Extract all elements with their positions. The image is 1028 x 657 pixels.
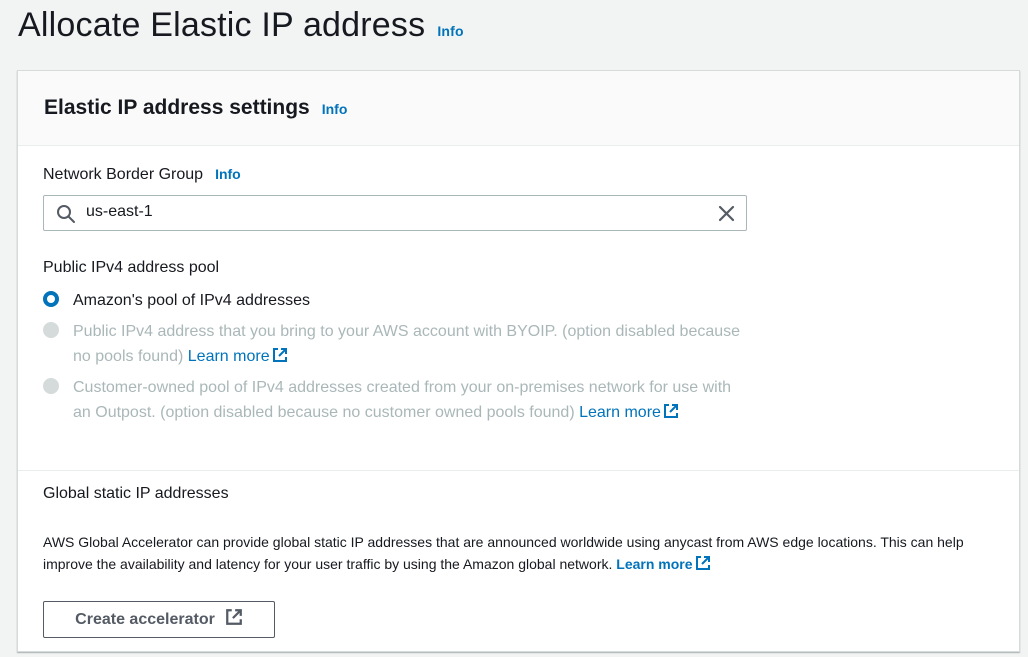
panel-title-text: Elastic IP address settings [44,96,310,119]
customer-owned-learn-more-link[interactable]: Learn more [579,404,679,421]
radio-button-selected[interactable] [43,291,59,307]
radio-button-disabled [43,378,59,394]
section-divider [18,470,1019,471]
network-border-group-info-link[interactable]: Info [215,166,241,182]
global-static-ip-label: Global static IP addresses [43,485,229,503]
search-icon [56,204,76,229]
panel-title: Elastic IP address settings Info [44,96,347,120]
radio-option-byoip: Public IPv4 address that you bring to yo… [43,319,753,371]
global-accelerator-description: AWS Global Accelerator can provide globa… [43,531,993,577]
ipv4-pool-label-text: Public IPv4 address pool [43,259,220,276]
network-border-group-label: Network Border Group Info [43,166,241,184]
learn-more-text: Learn more [616,556,693,572]
panel-header: Elastic IP address settings Info [18,71,1019,146]
external-link-icon [663,402,679,427]
page-title: Allocate Elastic IP address Info [18,6,464,45]
external-link-icon [272,346,288,371]
panel-info-link[interactable]: Info [322,101,348,117]
external-link-icon [225,608,243,631]
external-link-icon [695,555,711,577]
global-accelerator-learn-more-link[interactable]: Learn more [616,556,710,572]
radio-button-disabled [43,322,59,338]
radio-option-label: Public IPv4 address that you bring to yo… [73,319,753,371]
create-accelerator-button[interactable]: Create accelerator [43,601,275,638]
page-title-text: Allocate Elastic IP address [18,6,426,44]
radio-option-amazon-pool[interactable]: Amazon's pool of IPv4 addresses [43,288,753,313]
global-static-ip-label-text: Global static IP addresses [43,485,229,502]
radio-option-label-text: Public IPv4 address that you bring to yo… [73,323,741,365]
network-border-group-label-text: Network Border Group [43,166,204,183]
elastic-ip-settings-panel: Elastic IP address settings Info Network… [17,70,1020,652]
byoip-learn-more-link[interactable]: Learn more [188,348,288,365]
learn-more-text: Learn more [579,404,661,421]
radio-option-customer-owned: Customer-owned pool of IPv4 addresses cr… [43,375,753,427]
radio-option-label: Amazon's pool of IPv4 addresses [73,292,310,309]
create-accelerator-button-label: Create accelerator [75,610,215,628]
learn-more-text: Learn more [187,348,270,365]
network-border-group-input[interactable] [86,203,706,221]
global-accelerator-description-text: AWS Global Accelerator can provide globa… [43,534,964,572]
network-border-group-search[interactable] [43,195,747,231]
radio-option-label: Customer-owned pool of IPv4 addresses cr… [73,375,753,427]
close-icon[interactable] [718,205,735,227]
page-info-link[interactable]: Info [437,23,463,39]
ipv4-pool-label: Public IPv4 address pool [43,259,219,277]
